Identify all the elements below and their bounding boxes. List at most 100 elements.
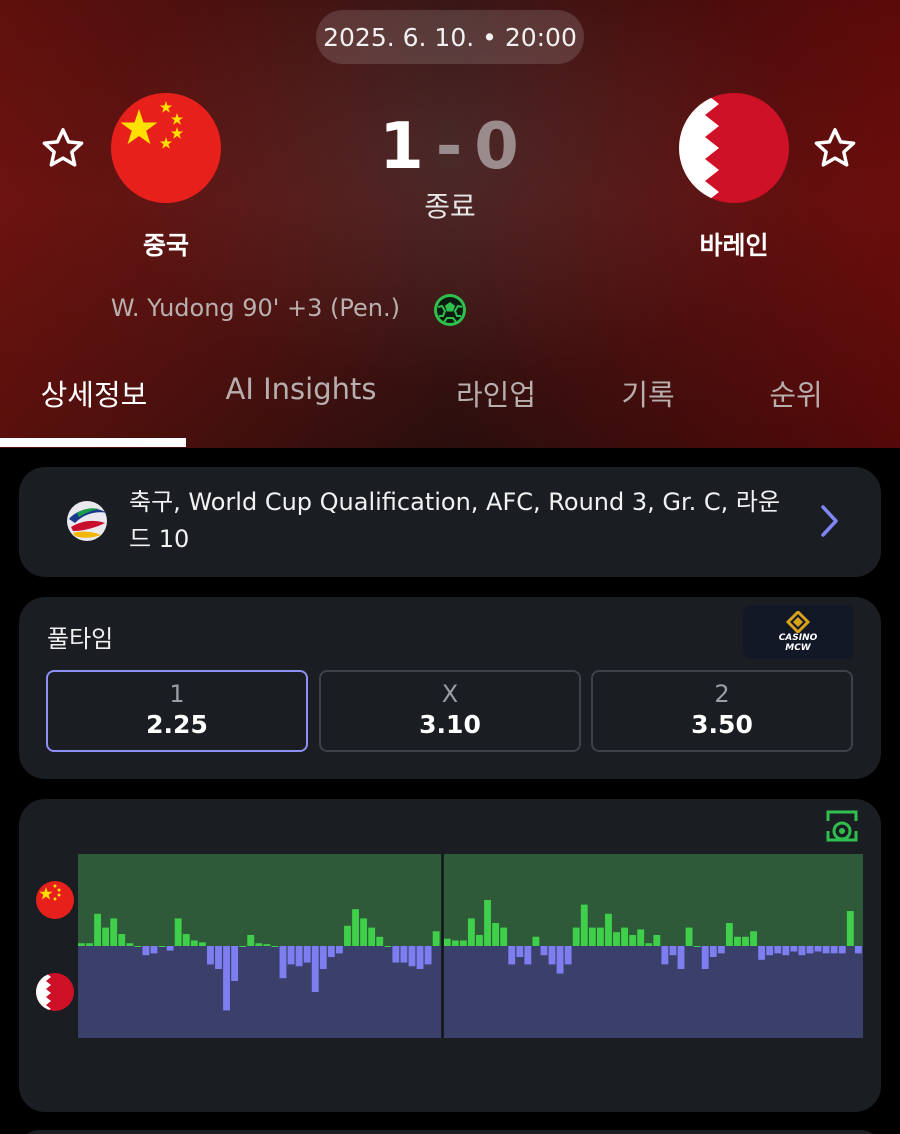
momentum-bar — [424, 946, 432, 965]
momentum-bar — [174, 918, 182, 946]
momentum-bar — [158, 946, 166, 947]
tab-ai-insights[interactable]: AI Insights — [218, 372, 384, 406]
momentum-bar — [653, 934, 661, 946]
momentum-bar — [854, 946, 862, 954]
momentum-bar — [782, 946, 790, 956]
momentum-bar — [766, 946, 774, 956]
momentum-bar — [806, 946, 814, 954]
momentum-bar — [166, 946, 174, 951]
chevron-right-icon — [821, 505, 838, 537]
momentum-bar — [400, 946, 408, 963]
momentum-bar — [110, 918, 118, 946]
tab-details[interactable]: 상세정보 — [36, 372, 152, 414]
momentum-bar — [500, 927, 508, 946]
momentum-bar — [596, 927, 604, 946]
momentum-bar — [303, 946, 311, 963]
tab-lineup[interactable]: 라인업 — [448, 372, 544, 414]
match-status: 종료 — [424, 190, 476, 223]
away-score: 0 — [474, 110, 521, 184]
away-team-name[interactable]: 바레인 — [644, 226, 824, 262]
momentum-bar — [102, 927, 110, 946]
tab-standings[interactable]: 순위 — [760, 372, 832, 414]
score-separator: - — [435, 110, 465, 184]
momentum-bar — [467, 918, 475, 946]
momentum-bar — [637, 929, 645, 946]
favorite-away-star-icon[interactable] — [812, 125, 858, 171]
momentum-bar — [295, 946, 303, 967]
competition-card[interactable]: 축구, World Cup Qualification, AFC, Round … — [19, 467, 881, 577]
momentum-bar — [287, 946, 295, 965]
momentum-bar — [685, 927, 693, 946]
momentum-bar — [271, 946, 279, 947]
momentum-bar — [734, 936, 741, 946]
momentum-bar — [790, 946, 798, 952]
momentum-bar — [198, 942, 206, 946]
momentum-bar — [621, 927, 629, 946]
momentum-bar — [629, 934, 637, 946]
momentum-bar — [814, 946, 822, 952]
momentum-card — [19, 799, 881, 1112]
momentum-bar — [368, 927, 376, 946]
momentum-bar — [78, 943, 85, 946]
momentum-bar — [319, 946, 327, 969]
momentum-bar — [548, 946, 556, 965]
momentum-bar — [484, 900, 491, 946]
momentum-bar — [476, 934, 483, 946]
momentum-bar — [134, 946, 142, 947]
favorite-home-star-icon[interactable] — [40, 125, 86, 171]
odds-home-label: 1 — [169, 680, 185, 708]
afc-logo-icon — [67, 501, 107, 541]
momentum-chart — [78, 854, 863, 1038]
momentum-bar — [443, 938, 451, 946]
odds-draw-button[interactable]: X 3.10 — [319, 670, 581, 752]
odds-home-button[interactable]: 1 2.25 — [46, 670, 308, 752]
bahrain-flag — [679, 93, 789, 203]
momentum-bar — [709, 946, 717, 958]
momentum-bar — [516, 946, 524, 958]
momentum-bar — [798, 946, 806, 956]
momentum-bar — [717, 946, 725, 954]
momentum-bar — [451, 940, 459, 946]
home-team-name[interactable]: 중국 — [76, 226, 256, 262]
momentum-bar — [255, 943, 263, 946]
momentum-bar — [701, 946, 709, 969]
momentum-bahrain-flag — [36, 973, 74, 1011]
momentum-bar — [742, 936, 749, 946]
momentum-bar — [432, 931, 440, 946]
odds-away-button[interactable]: 2 3.50 — [591, 670, 853, 752]
home-score: 1 — [379, 110, 426, 184]
odds-home-value: 2.25 — [146, 710, 208, 739]
momentum-bar — [247, 934, 255, 946]
momentum-bar — [376, 936, 384, 946]
odds-draw-label: X — [441, 680, 459, 708]
momentum-bar — [492, 923, 500, 946]
momentum-bar — [86, 943, 93, 946]
odds-title: 풀타임 — [47, 625, 114, 653]
momentum-bar — [126, 943, 134, 946]
active-tab-indicator — [0, 438, 186, 447]
momentum-bar — [215, 946, 222, 969]
odds-draw-value: 3.10 — [419, 710, 481, 739]
momentum-bar — [190, 940, 198, 946]
odds-card: 풀타임 CASINO MCW 1 2.25 X 3.10 2 3.50 — [19, 597, 881, 779]
pitch-ball-icon[interactable] — [825, 809, 859, 843]
momentum-bar — [669, 946, 677, 956]
momentum-bar — [360, 918, 368, 946]
sponsor-line2: MCW — [785, 643, 811, 653]
momentum-bar — [613, 932, 620, 946]
momentum-bar — [416, 946, 424, 969]
match-header: 2025. 6. 10. • 20:00 1-0 종료 중국 바레인 W. Yu… — [0, 0, 900, 448]
momentum-bar — [392, 946, 400, 963]
momentum-bar — [580, 904, 588, 946]
sponsor-logo[interactable]: CASINO MCW — [743, 605, 853, 659]
momentum-bar — [846, 911, 854, 946]
next-card-edge — [19, 1130, 881, 1134]
momentum-bar — [508, 946, 516, 965]
momentum-bar — [822, 946, 830, 954]
momentum-bar — [118, 934, 126, 946]
tab-stats[interactable]: 기록 — [612, 372, 684, 414]
competition-name: 축구, World Cup Qualification, AFC, Round … — [129, 488, 781, 553]
match-datetime: 2025. 6. 10. • 20:00 — [316, 10, 584, 64]
momentum-bar — [384, 946, 392, 947]
half-time-divider — [441, 854, 444, 1038]
